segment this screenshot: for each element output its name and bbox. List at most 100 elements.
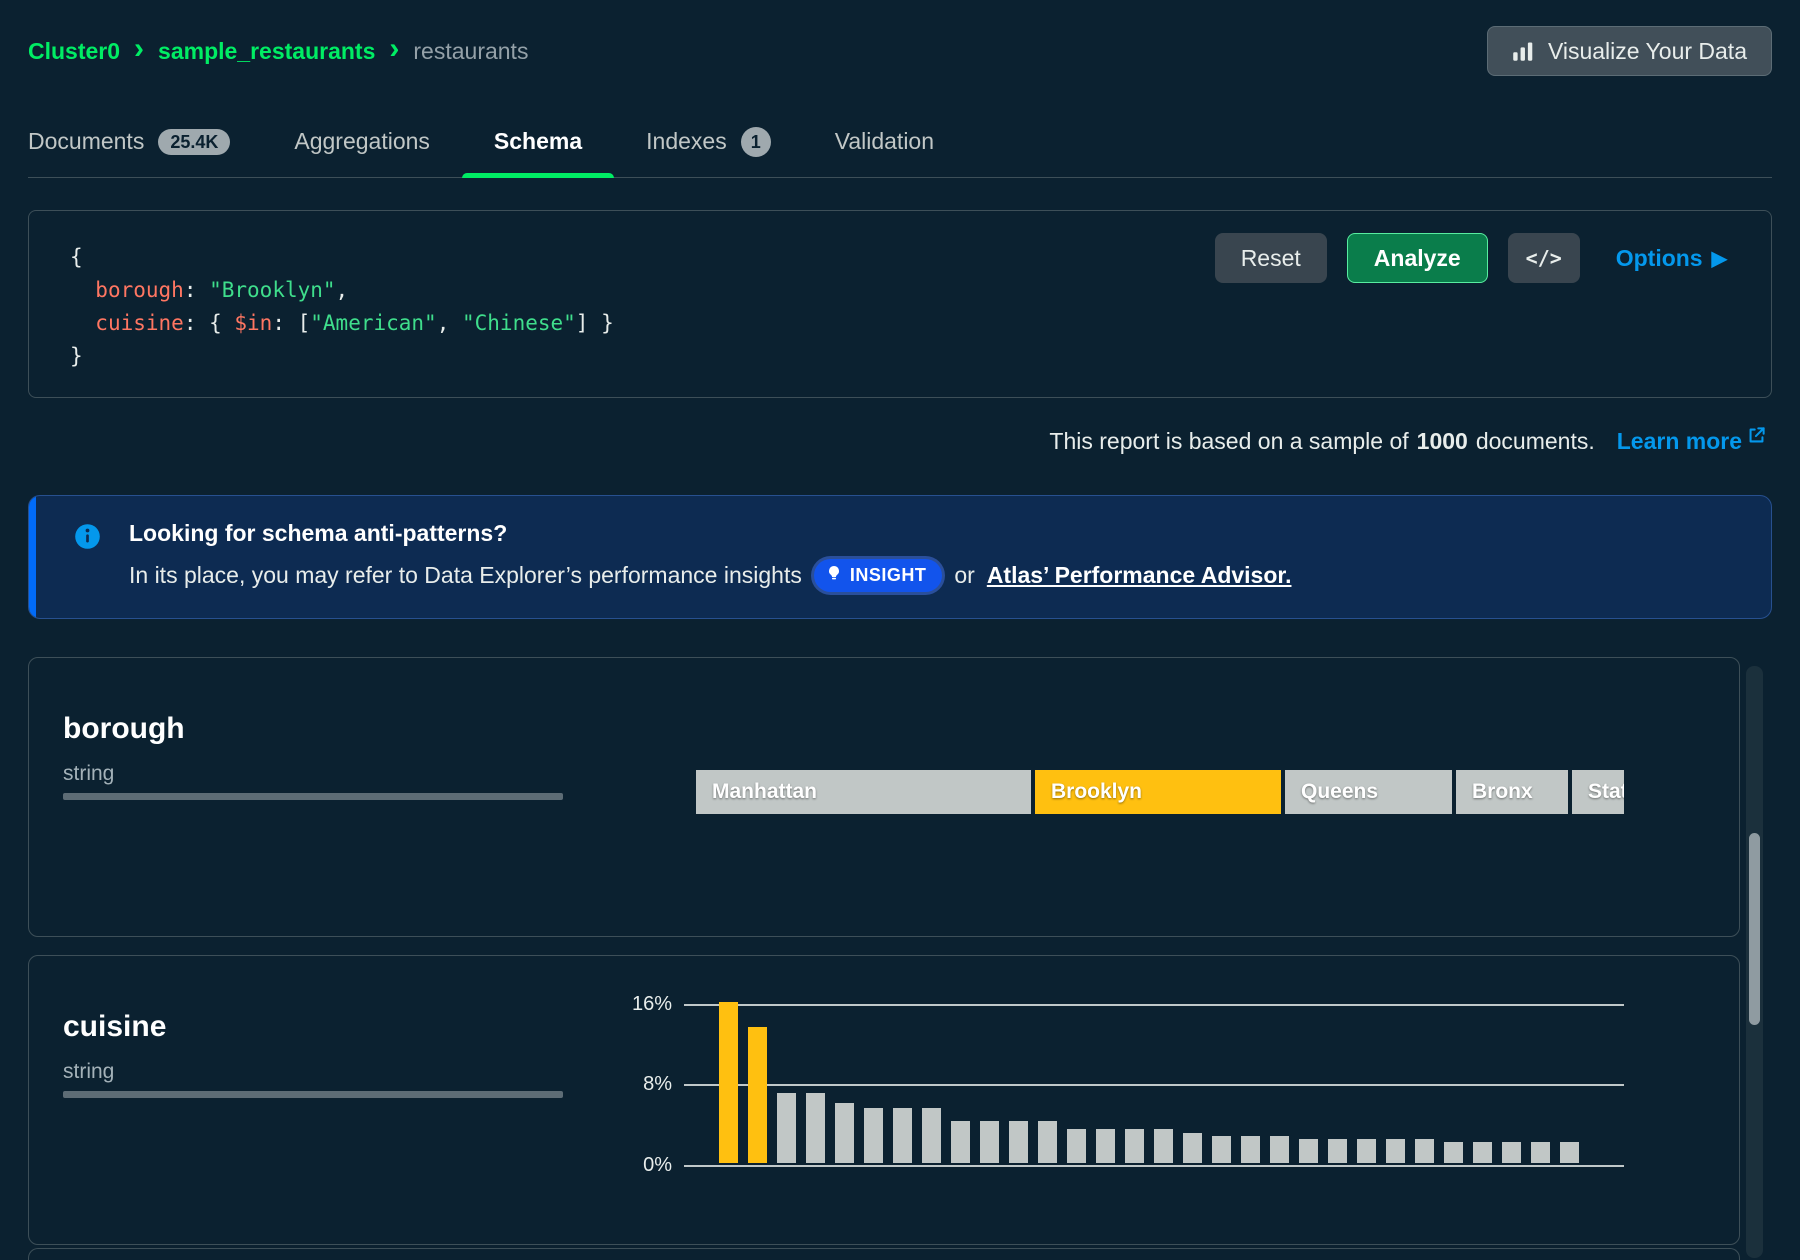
vertical-scrollbar-thumb[interactable]: [1749, 833, 1760, 1025]
query-panel: { borough: "Brooklyn", cuisine: { $in: […: [28, 210, 1772, 398]
cuisine-bar-8[interactable]: [922, 1108, 941, 1163]
info-icon: [74, 523, 101, 592]
tab-documents[interactable]: Documents 25.4K: [28, 106, 230, 177]
tab-count-badge: 1: [741, 127, 771, 157]
page: Cluster0›sample_restaurants›restaurants …: [0, 0, 1800, 1260]
options-toggle[interactable]: Options ▶: [1616, 245, 1727, 272]
tab-schema[interactable]: Schema: [494, 106, 582, 177]
breadcrumb-item-sample_restaurants[interactable]: sample_restaurants: [158, 38, 375, 65]
gridline-0pct: [684, 1165, 1624, 1167]
cuisine-bar-24[interactable]: [1386, 1139, 1405, 1163]
cuisine-bar-29[interactable]: [1531, 1142, 1550, 1163]
field-type-label[interactable]: string: [63, 1060, 569, 1084]
tab-label: Validation: [835, 128, 934, 155]
cuisine-bar-6[interactable]: [864, 1108, 883, 1163]
field-card-borough: borough string ManhattanBrooklyn Queens Br…: [28, 657, 1740, 937]
tab-validation[interactable]: Validation: [835, 106, 934, 177]
cuisine-bar-13[interactable]: [1067, 1129, 1086, 1163]
cuisine-bar-23[interactable]: [1357, 1139, 1376, 1163]
cuisine-bar-25[interactable]: [1415, 1139, 1434, 1163]
borough-segment-chart: ManhattanBrooklyn Queens Bronx Staten Islan…: [696, 770, 1624, 814]
cuisine-bar-4[interactable]: [806, 1093, 825, 1163]
cuisine-bar-7[interactable]: [893, 1108, 912, 1163]
ytick-16: 16%: [604, 993, 672, 1016]
segment-queens[interactable]: Queens: [1285, 770, 1452, 814]
cuisine-bar-10[interactable]: [980, 1121, 999, 1163]
cuisine-bar-chart: [719, 1002, 1579, 1163]
performance-advisor-link[interactable]: Atlas’ Performance Advisor.: [987, 562, 1292, 589]
field-info: cuisine string: [29, 956, 569, 1098]
tab-label: Indexes: [646, 128, 727, 155]
field-name: borough: [63, 712, 569, 746]
tab-aggregations[interactable]: Aggregations: [294, 106, 430, 177]
segment-manhattan[interactable]: Manhattan: [696, 770, 1031, 814]
cuisine-bar-2[interactable]: [748, 1027, 767, 1163]
external-link-icon: [1747, 428, 1766, 455]
cuisine-bar-12[interactable]: [1038, 1121, 1057, 1163]
cuisine-bar-14[interactable]: [1096, 1129, 1115, 1163]
cuisine-bar-1[interactable]: [719, 1002, 738, 1163]
segment-staten-island[interactable]: Staten Island: [1572, 770, 1624, 814]
vertical-scrollbar-track[interactable]: [1746, 666, 1763, 1258]
tab-count-badge: 25.4K: [158, 129, 230, 155]
chevron-right-icon: ›: [389, 34, 399, 64]
banner-body: In its place, you may refer to Data Expl…: [129, 559, 1291, 592]
query-actions: Reset Analyze </> Options ▶: [1215, 233, 1727, 283]
field-card-cuisine: cuisine string 16% 8% 0%: [28, 955, 1740, 1245]
next-field-card-edge: [28, 1248, 1740, 1260]
schema-field-list: borough string ManhattanBrooklyn Queens Br…: [28, 657, 1772, 1260]
lightbulb-icon: [826, 565, 842, 586]
cuisine-bar-19[interactable]: [1241, 1136, 1260, 1163]
field-type-label[interactable]: string: [63, 762, 569, 786]
reset-button[interactable]: Reset: [1215, 233, 1327, 283]
visualize-your-data-button[interactable]: Visualize Your Data: [1487, 26, 1772, 76]
cuisine-bar-15[interactable]: [1125, 1129, 1144, 1163]
sample-note: This report is based on a sample of 1000…: [28, 428, 1772, 455]
segment-brooklyn[interactable]: Brooklyn: [1035, 770, 1281, 814]
sample-count: 1000: [1417, 428, 1468, 455]
cuisine-bar-28[interactable]: [1502, 1142, 1521, 1163]
tab-indexes[interactable]: Indexes 1: [646, 106, 771, 177]
banner-body-text: In its place, you may refer to Data Expl…: [129, 562, 802, 589]
segment-label: Queens: [1301, 780, 1378, 804]
cuisine-bar-21[interactable]: [1299, 1139, 1318, 1163]
banner-conjunction: or: [954, 562, 974, 589]
breadcrumb-item-restaurants: restaurants: [413, 38, 528, 65]
visualize-button-label: Visualize Your Data: [1548, 38, 1747, 65]
cuisine-bar-26[interactable]: [1444, 1142, 1463, 1163]
field-type-bar: [63, 793, 563, 800]
cuisine-bar-11[interactable]: [1009, 1121, 1028, 1163]
segment-bronx[interactable]: Bronx: [1456, 770, 1568, 814]
cuisine-bar-20[interactable]: [1270, 1136, 1289, 1163]
chevron-right-icon: ›: [134, 34, 144, 64]
cuisine-bar-5[interactable]: [835, 1103, 854, 1163]
cuisine-bar-9[interactable]: [951, 1121, 970, 1163]
code-line: cuisine: { $in: ["American", "Chinese"] …: [70, 307, 1771, 340]
code-toggle-button[interactable]: </>: [1508, 233, 1580, 283]
tab-label: Documents: [28, 128, 144, 155]
top-bar: Cluster0›sample_restaurants›restaurants …: [28, 0, 1772, 76]
cuisine-bar-30[interactable]: [1560, 1142, 1579, 1163]
segment-label: Bronx: [1472, 780, 1533, 804]
cuisine-bar-18[interactable]: [1212, 1136, 1231, 1163]
bar-chart-icon: [1512, 40, 1534, 62]
cuisine-bar-16[interactable]: [1154, 1129, 1173, 1163]
cuisine-bar-22[interactable]: [1328, 1139, 1347, 1163]
insight-badge-label: INSIGHT: [850, 565, 927, 586]
field-type-bar: [63, 1091, 563, 1098]
sample-note-prefix: This report is based on a sample of: [1049, 428, 1408, 455]
segment-label: Staten Island: [1588, 780, 1624, 804]
cuisine-bar-27[interactable]: [1473, 1142, 1492, 1163]
caret-right-icon: ▶: [1712, 246, 1727, 271]
learn-more-link[interactable]: Learn more: [1617, 428, 1766, 455]
field-name: cuisine: [63, 1010, 569, 1044]
ytick-0: 0%: [604, 1154, 672, 1177]
analyze-button[interactable]: Analyze: [1347, 233, 1488, 283]
banner-title: Looking for schema anti-patterns?: [129, 520, 1291, 547]
breadcrumb-item-Cluster0[interactable]: Cluster0: [28, 38, 120, 65]
tab-bar: Documents 25.4K Aggregations Schema Indexes 1…: [28, 106, 1772, 178]
cuisine-bar-17[interactable]: [1183, 1133, 1202, 1163]
cuisine-bar-3[interactable]: [777, 1093, 796, 1163]
field-info: borough string: [29, 658, 569, 800]
insight-badge[interactable]: INSIGHT: [814, 559, 943, 592]
